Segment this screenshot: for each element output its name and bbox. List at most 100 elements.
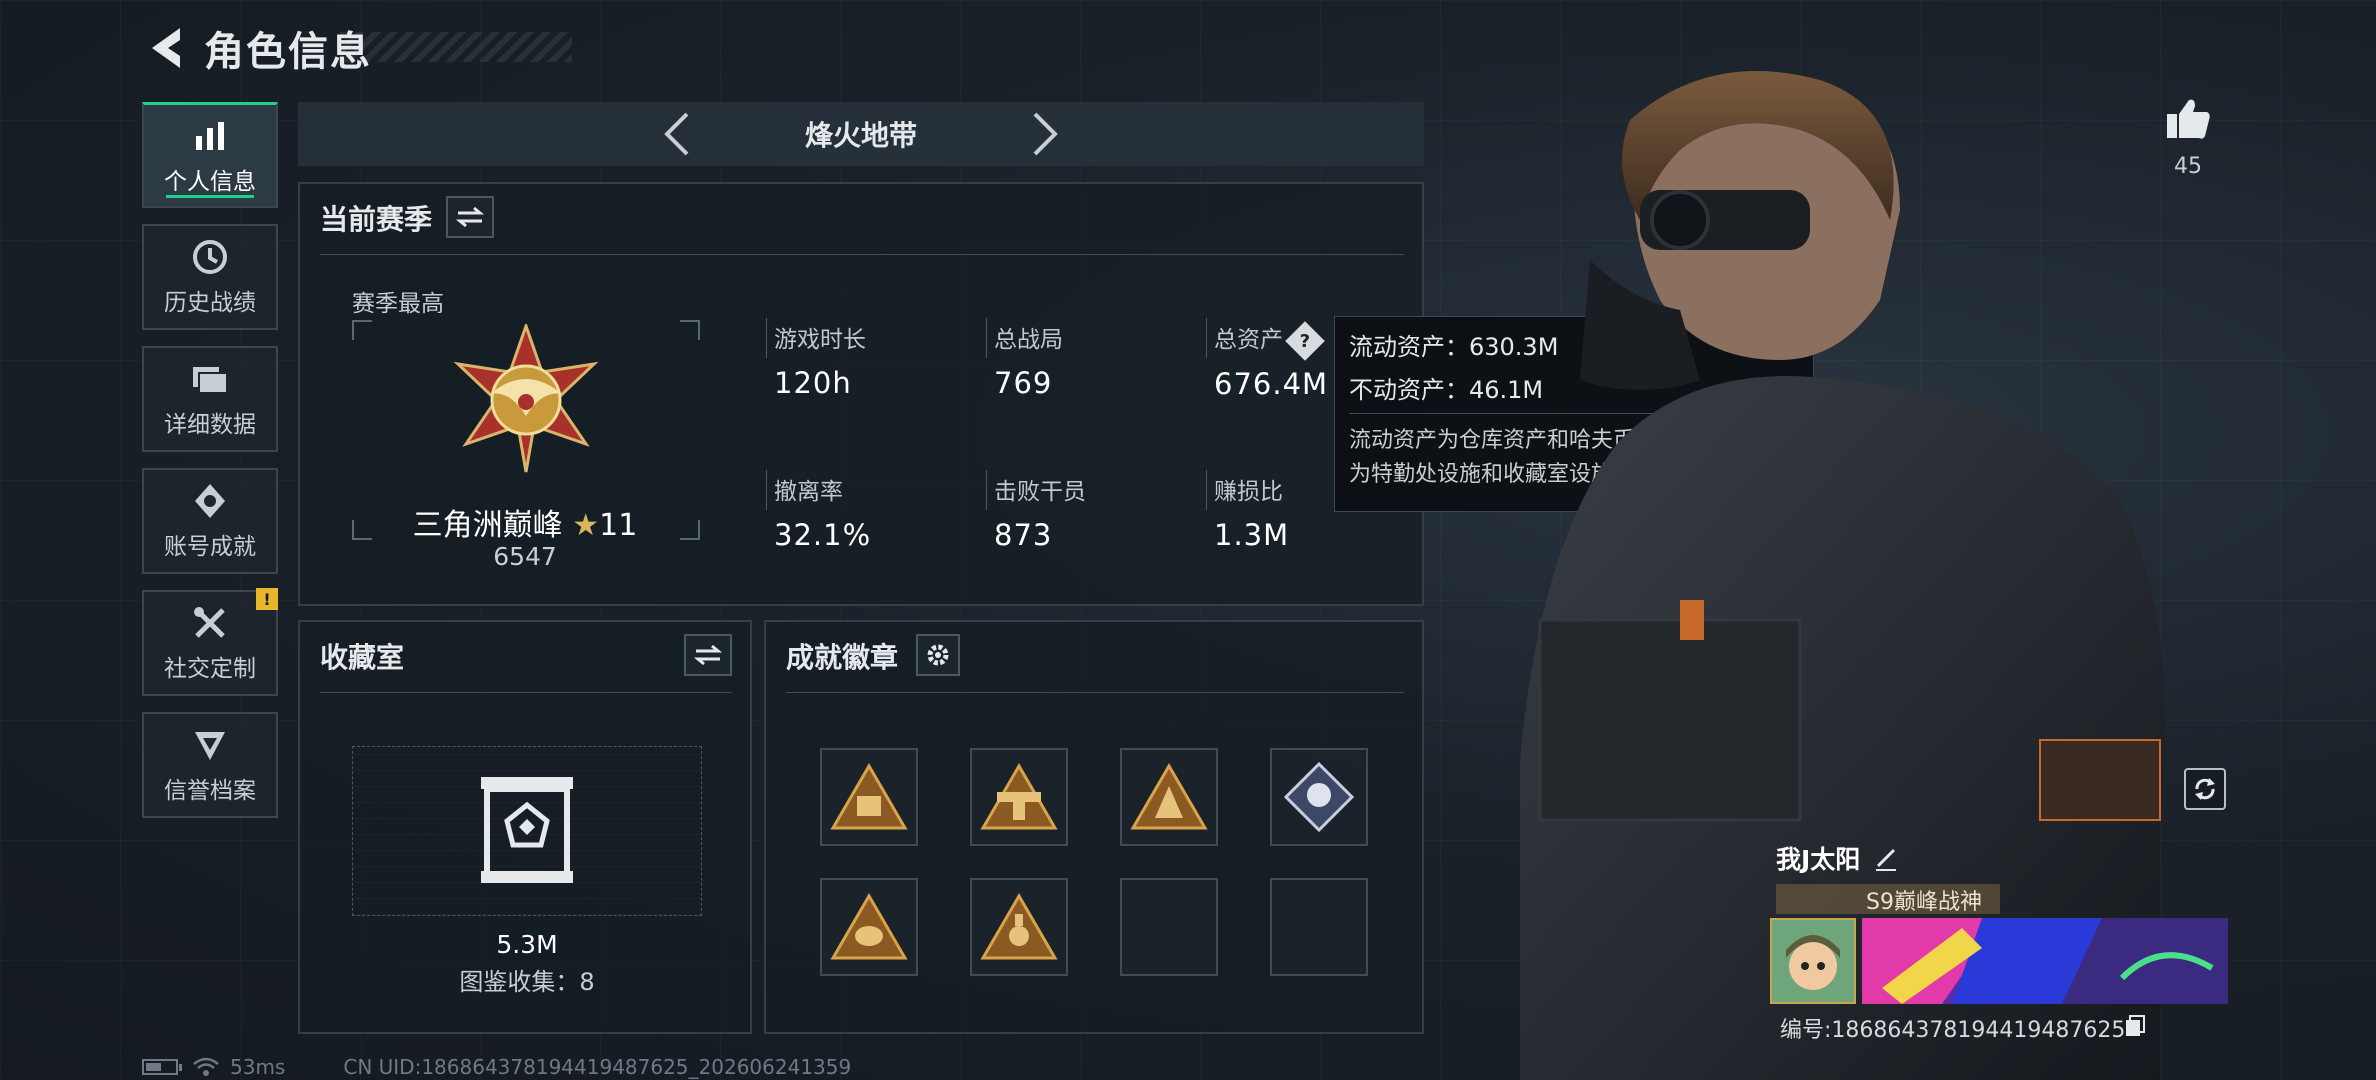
badge-slot[interactable] <box>970 878 1068 976</box>
stat-extract-rate: 撤离率 32.1% <box>774 472 974 552</box>
help-icon[interactable]: ? <box>1285 320 1325 361</box>
badge-slot-empty[interactable] <box>1270 878 1368 976</box>
alert-badge: ! <box>256 588 278 610</box>
ping: 53ms <box>230 1055 286 1079</box>
stat-divider <box>1206 470 1207 510</box>
stat-divider <box>766 470 767 510</box>
divider <box>320 254 1404 255</box>
collection-value: 5.3M <box>496 930 558 959</box>
rank-name-row: 三角洲巅峰 ★11 <box>300 500 750 544</box>
sidebar-item-social-custom[interactable]: ! 社交定制 <box>142 588 278 696</box>
badge-icon <box>1130 763 1208 830</box>
uid: CN UID:186864378194419487625_20260624135… <box>343 1055 852 1079</box>
badge-slot[interactable] <box>1270 748 1368 846</box>
swap-icon <box>456 206 484 228</box>
rank-stars: 11 <box>599 508 638 543</box>
star-icon: ★ <box>572 508 600 543</box>
sidebar-item-label: 详细数据 <box>164 412 256 438</box>
rank-emblem-icon <box>453 324 599 473</box>
battery-level <box>146 1063 162 1071</box>
rotate-icon <box>2195 778 2215 800</box>
badge-icon <box>980 763 1058 830</box>
badge-slot-empty[interactable] <box>1120 878 1218 976</box>
player-id: 编号:186864378194419487625 <box>1780 1018 2126 1043</box>
badge-icon <box>830 893 908 960</box>
badge-slot[interactable] <box>1120 748 1218 846</box>
stat-label: 击败干员 <box>994 479 1086 505</box>
badge-slot[interactable] <box>970 748 1068 846</box>
back-arrow-icon <box>152 28 180 68</box>
stat-value: 769 <box>994 366 1053 400</box>
stat-label: 总战局 <box>994 327 1063 353</box>
like-area: 45 <box>2160 96 2216 179</box>
badge-icon <box>830 763 908 830</box>
sidebar-item-detailed-data[interactable]: 详细数据 <box>142 346 278 452</box>
sidebar-item-label: 社交定制 <box>164 656 256 682</box>
tools-icon <box>190 603 230 643</box>
collection-switch-button[interactable] <box>684 634 732 676</box>
season-panel: 当前赛季 赛季最高 三角洲巅峰 ★11 6547 游戏时长 120h 总战局 7… <box>298 182 1424 606</box>
sidebar-item-history[interactable]: 历史战绩 <box>142 224 278 330</box>
badge-slot[interactable] <box>820 878 918 976</box>
stat-playtime: 游戏时长 120h <box>774 320 974 400</box>
edit-icon[interactable] <box>1872 844 1900 872</box>
mode-title: 烽火地带 <box>804 119 917 152</box>
banner-image <box>1862 918 2228 1004</box>
avatar[interactable] <box>1770 918 1856 1004</box>
rank-name: 三角洲巅峰 <box>412 508 563 543</box>
sidebar-item-label: 历史战绩 <box>164 290 256 316</box>
season-best-label: 赛季最高 <box>352 291 444 317</box>
rotate-button[interactable] <box>2184 768 2226 810</box>
divider <box>786 692 1404 693</box>
avatar-image <box>1772 920 1854 1002</box>
thumbs-up-icon[interactable] <box>2165 96 2211 142</box>
sidebar-item-label: 个人信息 <box>164 168 256 195</box>
badge-slot[interactable] <box>820 748 918 846</box>
reputation-icon <box>190 725 230 765</box>
achievement-icon <box>190 481 230 521</box>
sidebar-item-label: 信誉档案 <box>164 778 256 804</box>
collection-panel[interactable]: 收藏室 5.3M 图鉴收集：8 <box>298 620 752 1034</box>
collection-preview <box>352 746 702 916</box>
sidebar-item-personal-info[interactable]: 个人信息 <box>142 102 278 208</box>
sidebar-item-achievements[interactable]: 账号成就 <box>142 468 278 574</box>
season-switch-button[interactable] <box>446 196 494 238</box>
badges-settings-button[interactable] <box>916 634 960 676</box>
header: 角色信息 <box>140 20 372 76</box>
battery-icon <box>142 1059 182 1075</box>
display-case-icon <box>481 777 573 883</box>
copy-icon[interactable] <box>2124 1014 2146 1038</box>
stat-matches: 总战局 769 <box>994 320 1194 400</box>
title-decoration <box>340 32 572 62</box>
mode-prev-button[interactable] <box>654 112 698 156</box>
back-button[interactable] <box>140 20 188 76</box>
history-icon <box>190 237 230 277</box>
chevron-left-icon <box>664 112 689 156</box>
sidebar-item-label: 账号成就 <box>164 534 256 560</box>
sidebar: 个人信息 历史战绩 详细数据 账号成就 ! 社交定制 信誉档案 <box>142 102 278 834</box>
stat-label: 总资产 <box>1214 327 1283 353</box>
stat-kills: 击败干员 873 <box>994 472 1194 552</box>
stat-label: 撤离率 <box>774 479 843 505</box>
folder-icon <box>190 359 230 399</box>
active-indicator <box>166 195 254 198</box>
divider <box>320 692 732 693</box>
rank-score: 6547 <box>493 542 557 571</box>
frame-corner <box>680 320 700 340</box>
like-count: 45 <box>2174 154 2202 179</box>
stat-divider <box>986 470 987 510</box>
gear-icon <box>927 644 949 666</box>
profile-banner <box>1862 918 2228 1004</box>
badge-icon <box>1284 762 1354 832</box>
stat-value: 120h <box>774 366 852 400</box>
mode-selector: 烽火地带 <box>298 102 1424 166</box>
sidebar-item-reputation[interactable]: 信誉档案 <box>142 712 278 818</box>
status-bar: 53ms CN UID:186864378194419487625_202606… <box>142 1054 851 1080</box>
chevron-right-icon <box>1033 112 1058 156</box>
badge-icon <box>980 893 1058 960</box>
mode-next-button[interactable] <box>1024 112 1068 156</box>
badges-title: 成就徽章 <box>786 641 899 674</box>
stat-value: 873 <box>994 518 1053 552</box>
wifi-icon <box>193 1057 219 1076</box>
stat-label: 游戏时长 <box>774 327 866 353</box>
